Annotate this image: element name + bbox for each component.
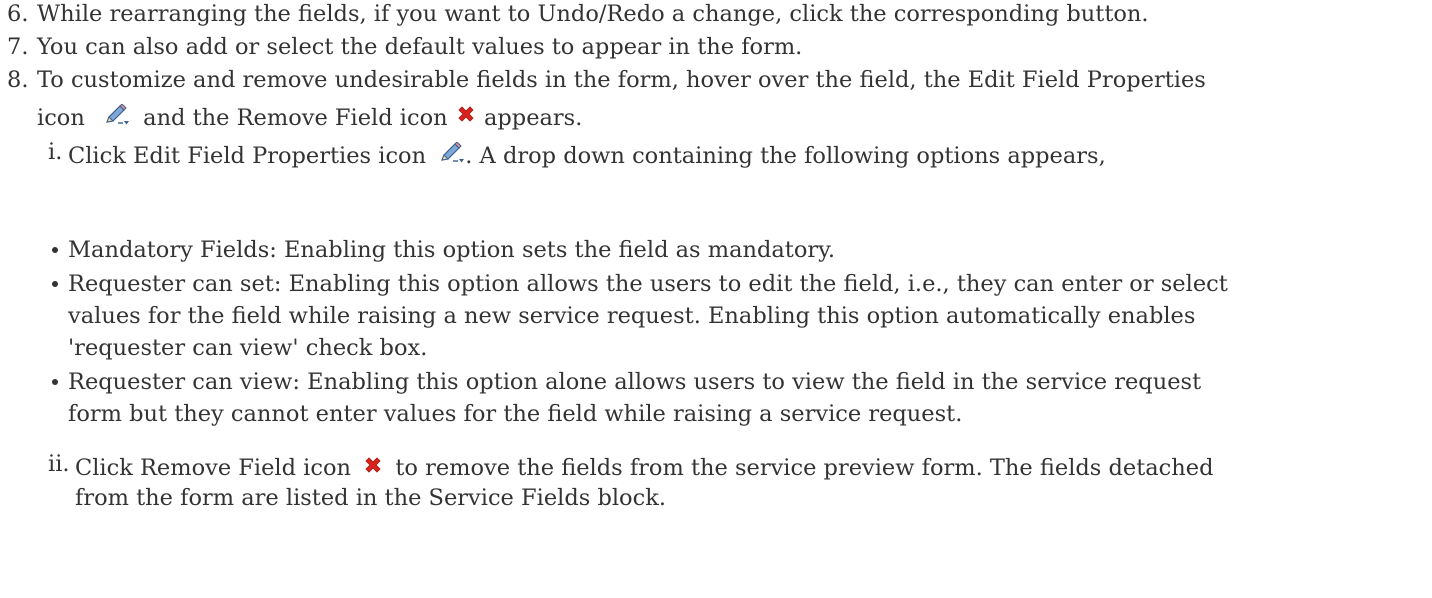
step-8-icon-label: icon (37, 105, 85, 131)
sub-i-text-b: . A drop down containing the following o… (465, 143, 1106, 169)
bullet-3-line1: Requester can view: Enabling this option… (68, 369, 1202, 395)
bullet-2-line3: 'requester can view' check box. (68, 335, 428, 361)
edit-field-properties-icon (439, 141, 465, 164)
bullet-1-line1: Mandatory Fields: Enabling this option s… (68, 237, 836, 263)
step-8-remove-label: and the Remove Field icon (143, 105, 448, 131)
step-7-text: You can also add or select the default v… (37, 34, 803, 60)
bullet-2-line2: values for the field while raising a new… (68, 303, 1196, 329)
sub-ii-text-b: to remove the fields from the service pr… (395, 455, 1214, 481)
edit-field-properties-icon (104, 103, 130, 126)
sub-i-text: Click Edit Field Properties icon . A dro… (68, 141, 1106, 170)
step-6-text: While rearranging the fields, if you wan… (37, 1, 1149, 27)
sub-i-text-a: Click Edit Field Properties icon (68, 143, 427, 169)
bullet-2-marker (52, 281, 58, 287)
step-8-text-line1: To customize and remove undesirable fiel… (37, 67, 1206, 93)
sub-ii-text-line1: Click Remove Field icon to remove the fi… (75, 454, 1214, 482)
step-6-number: 6. (7, 1, 29, 27)
remove-field-icon (362, 455, 384, 477)
remove-field-icon (455, 104, 477, 126)
step-8-number: 8. (7, 67, 29, 93)
sub-ii-number: ii. (48, 451, 70, 477)
sub-ii-text-line2: from the form are listed in the Service … (75, 485, 666, 511)
step-7-number: 7. (7, 34, 29, 60)
bullet-2-line1: Requester can set: Enabling this option … (68, 271, 1228, 297)
step-8-text-line2: icon and the Remove Field icon appears. (37, 103, 583, 132)
sub-ii-text-a: Click Remove Field icon (75, 455, 352, 481)
step-8-appears-label: appears. (483, 105, 583, 131)
bullet-3-line2: form but they cannot enter values for th… (68, 401, 963, 427)
sub-i-number: i. (48, 139, 63, 165)
bullet-1-marker (52, 247, 58, 253)
bullet-3-marker (52, 379, 58, 385)
